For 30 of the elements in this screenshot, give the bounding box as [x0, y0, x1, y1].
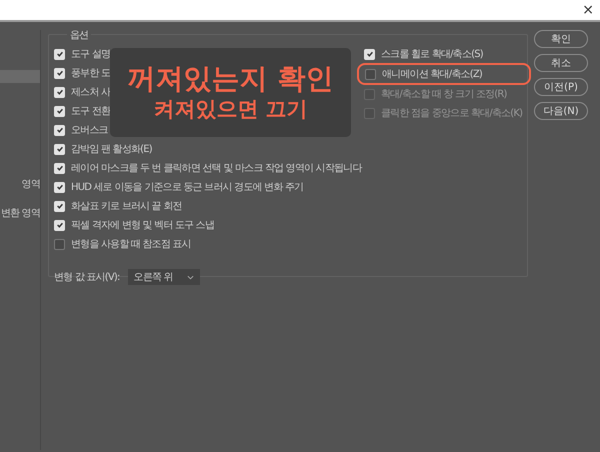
checkbox-label: 확대/축소할 때 창 크기 조정(R) [381, 88, 507, 101]
checkbox-label: 애니메이션 확대/축소(Z) [382, 68, 482, 81]
caret-icon [186, 274, 194, 280]
checkbox-label: 오버스크 [71, 124, 108, 137]
annotation-subtitle: 켜져있으면 끄기 [153, 98, 308, 122]
checkbox-label: 픽셀 격자에 변형 및 벡터 도구 스냅 [71, 219, 214, 232]
checkbox-label: 화살표 키로 브러시 끝 회전 [71, 200, 182, 213]
checkbox-label: 풍부한 도 [71, 67, 110, 80]
checkbox-label: 감박임 팬 활성화(E) [71, 143, 152, 156]
dialog-button[interactable]: 이전(P) [534, 78, 588, 96]
checkbox-label: 스크롤 휠로 확대/축소(S) [381, 48, 483, 61]
dialog-button[interactable]: 확인 [534, 30, 588, 48]
checkbox-label: 제스처 사 [71, 86, 110, 99]
dialog-button[interactable]: 다음(N) [534, 102, 588, 120]
close-icon[interactable]: × [582, 3, 594, 17]
annotation-title: 꺼져있는지 확인 [128, 64, 334, 94]
checkbox-label: 도구 전환 [71, 105, 110, 118]
dialog-button[interactable]: 취소 [534, 54, 588, 72]
checkbox[interactable] [365, 68, 376, 80]
checkbox-label: 도구 설명 [71, 48, 110, 61]
transform-dropdown[interactable]: 오른쪽 위 [128, 269, 200, 285]
checkbox-label: HUD 세로 이동을 기준으로 둥근 브러시 경도에 변화 주기 [71, 181, 304, 194]
transform-label: 변형 값 표시(V): [54, 271, 120, 284]
checkbox[interactable] [54, 238, 65, 250]
checkbox-label: 클릭한 점을 중앙으로 확대/축소(K) [381, 107, 522, 120]
checkbox-label: 레이어 마스크를 두 번 클릭하면 선택 및 마스크 작업 영역이 시작됩니다 [71, 162, 362, 175]
checkbox-label: 변형을 사용할 때 참조점 표시 [71, 238, 191, 251]
sidebar-item[interactable]: 영역 [22, 177, 40, 191]
group-legend: 옵션 [67, 28, 92, 42]
sidebar-item[interactable]: 변환 영역 [0, 206, 40, 220]
